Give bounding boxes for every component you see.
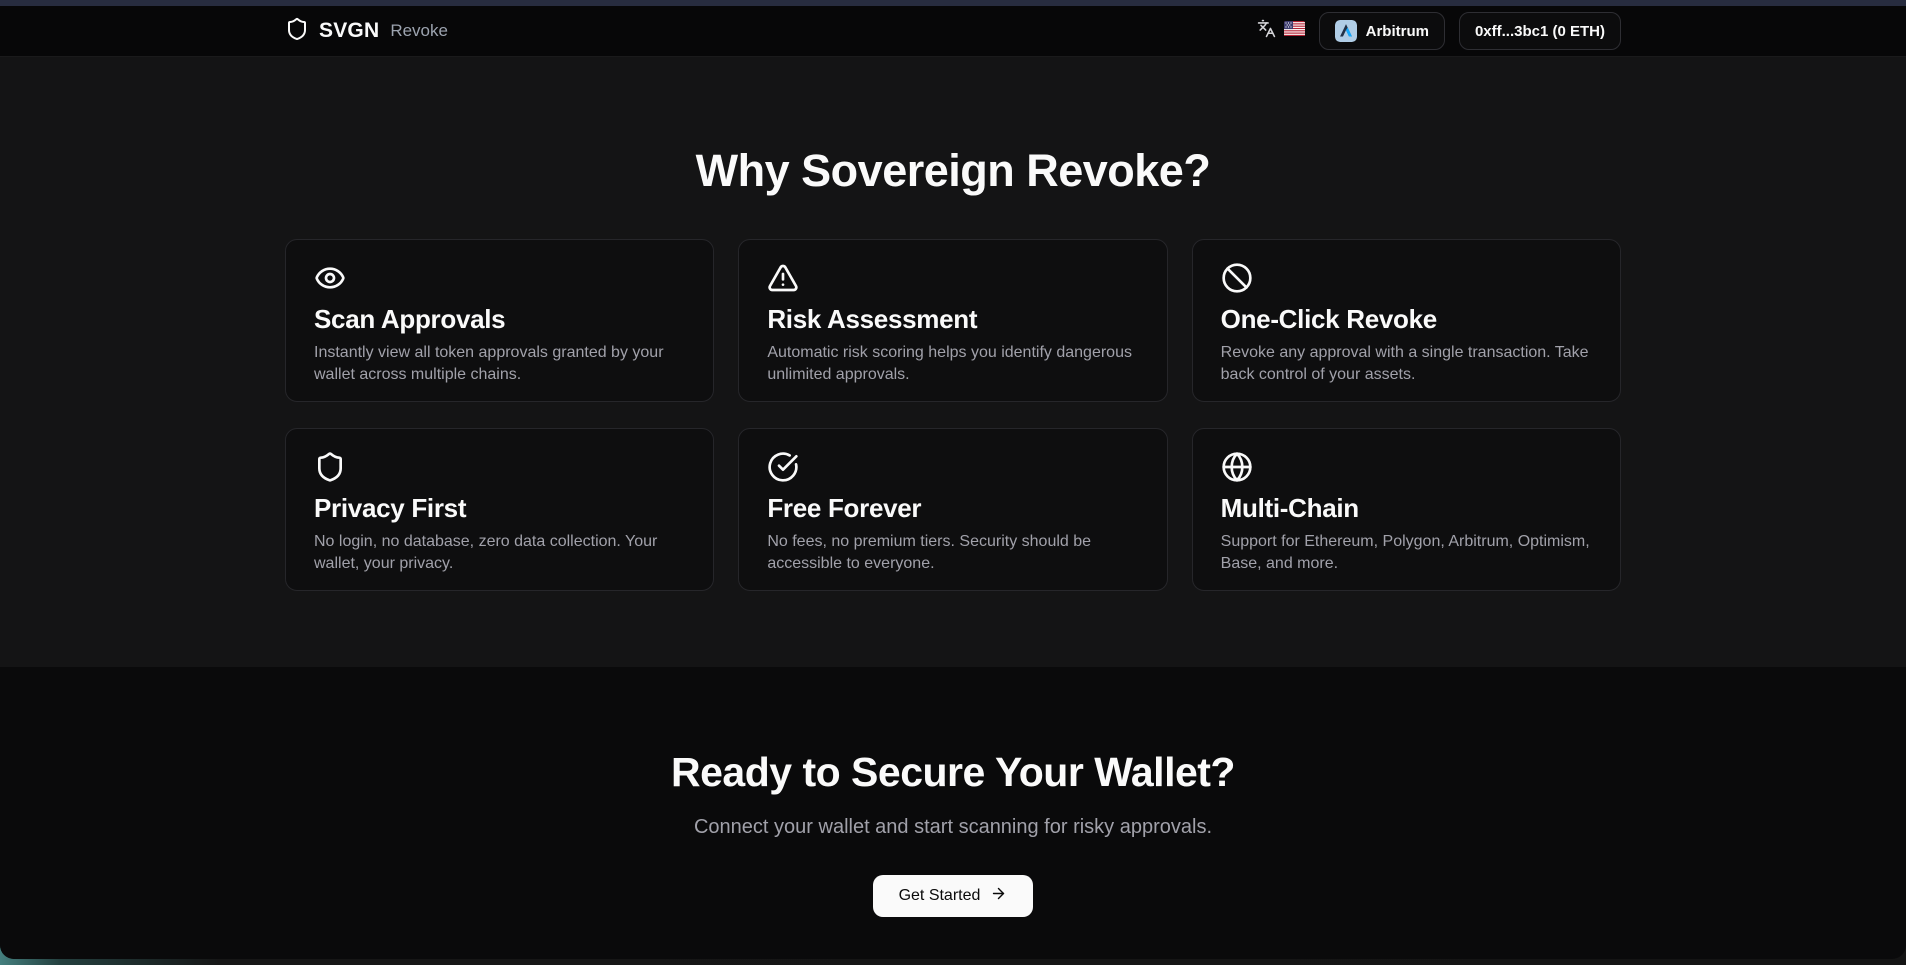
feature-card-multi-chain: Multi-Chain Support for Ethereum, Polygo… <box>1192 428 1621 591</box>
feature-title: One-Click Revoke <box>1221 304 1592 335</box>
feature-title: Privacy First <box>314 493 685 524</box>
globe-icon <box>1221 451 1592 483</box>
feature-card-privacy-first: Privacy First No login, no database, zer… <box>285 428 714 591</box>
features-heading: Why Sovereign Revoke? <box>0 145 1906 197</box>
feature-description: Automatic risk scoring helps you identif… <box>767 342 1138 385</box>
feature-card-risk-assessment: Risk Assessment Automatic risk scoring h… <box>738 239 1167 402</box>
language-switcher[interactable] <box>1257 19 1305 43</box>
cta-section: Ready to Secure Your Wallet? Connect you… <box>0 667 1906 959</box>
brand-logo[interactable]: SVGN Revoke <box>285 17 448 46</box>
arbitrum-logo <box>1335 20 1357 42</box>
brand-subtitle: Revoke <box>390 21 448 41</box>
navbar: SVGN Revoke <box>0 6 1906 57</box>
network-name: Arbitrum <box>1366 23 1429 40</box>
brand-name: SVGN <box>319 19 379 43</box>
wallet-address: 0xff...3bc1 (0 ETH) <box>1475 23 1605 40</box>
shield-icon <box>285 17 309 46</box>
shield-icon <box>314 451 685 483</box>
circle-check-icon <box>767 451 1138 483</box>
wallet-address-button[interactable]: 0xff...3bc1 (0 ETH) <box>1459 12 1621 50</box>
browser-viewport: SVGN Revoke <box>0 0 1906 959</box>
features-section: Why Sovereign Revoke? Scan Approvals Ins… <box>0 57 1906 667</box>
get-started-button[interactable]: Get Started <box>873 875 1034 917</box>
cta-subtext: Connect your wallet and start scanning f… <box>694 816 1212 839</box>
network-selector-button[interactable]: Arbitrum <box>1319 12 1445 50</box>
feature-title: Risk Assessment <box>767 304 1138 335</box>
alert-triangle-icon <box>767 262 1138 294</box>
feature-card-one-click-revoke: One-Click Revoke Revoke any approval wit… <box>1192 239 1621 402</box>
cta-heading: Ready to Secure Your Wallet? <box>671 749 1235 796</box>
feature-description: Support for Ethereum, Polygon, Arbitrum,… <box>1221 531 1592 574</box>
eye-icon <box>314 262 685 294</box>
feature-description: Revoke any approval with a single transa… <box>1221 342 1592 385</box>
ban-icon <box>1221 262 1592 294</box>
feature-title: Free Forever <box>767 493 1138 524</box>
feature-description: Instantly view all token approvals grant… <box>314 342 685 385</box>
get-started-label: Get Started <box>899 887 981 905</box>
feature-title: Multi-Chain <box>1221 493 1592 524</box>
feature-title: Scan Approvals <box>314 304 685 335</box>
arrow-right-icon <box>990 885 1007 907</box>
features-grid: Scan Approvals Instantly view all token … <box>285 239 1621 591</box>
feature-card-free-forever: Free Forever No fees, no premium tiers. … <box>738 428 1167 591</box>
feature-description: No login, no database, zero data collect… <box>314 531 685 574</box>
us-flag-icon[interactable] <box>1284 21 1305 41</box>
feature-description: No fees, no premium tiers. Security shou… <box>767 531 1138 574</box>
feature-card-scan-approvals: Scan Approvals Instantly view all token … <box>285 239 714 402</box>
languages-icon <box>1257 19 1276 43</box>
